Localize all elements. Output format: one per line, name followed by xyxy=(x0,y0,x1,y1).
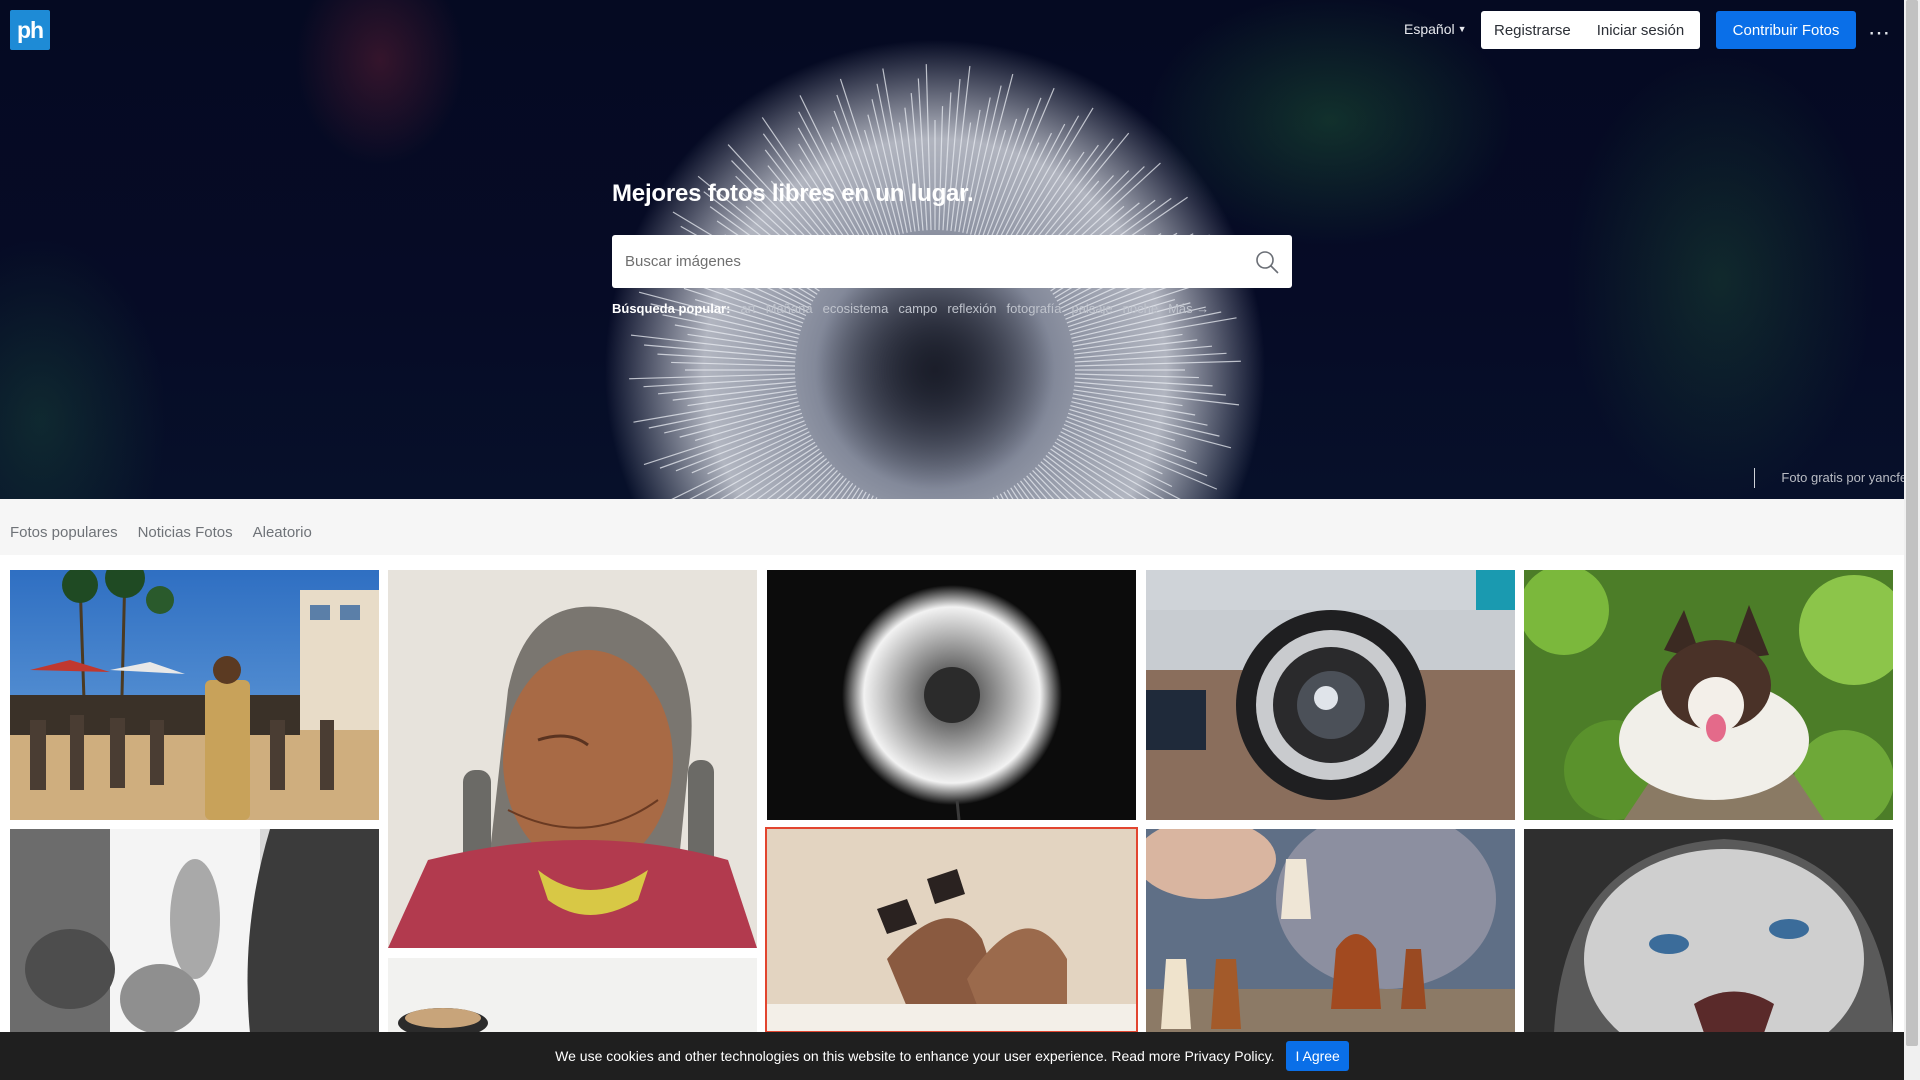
register-button[interactable]: Registrarse xyxy=(1481,22,1584,39)
popular-tag-paisaje[interactable]: paisaje xyxy=(1071,301,1112,316)
login-button[interactable]: Iniciar sesión xyxy=(1584,22,1698,39)
popular-tag-manana[interactable]: Mañana xyxy=(766,301,813,316)
popular-searches: Búsqueda popular: art Mañana ecosistema … xyxy=(612,301,1209,316)
popular-tag-fotografia[interactable]: fotografía xyxy=(1007,301,1062,316)
popular-tag-ecosistema[interactable]: ecosistema xyxy=(823,301,889,316)
photo-corgi-dog[interactable] xyxy=(1524,570,1893,820)
popular-more-link[interactable]: Más → xyxy=(1168,301,1209,316)
search-input[interactable] xyxy=(612,235,1242,288)
photo-vintage-camera[interactable] xyxy=(1146,570,1515,820)
tab-popular[interactable]: Fotos populares xyxy=(10,524,118,541)
auth-group: Registrarse Iniciar sesión xyxy=(1481,11,1700,49)
contribute-button[interactable]: Contribuir Fotos xyxy=(1716,11,1856,49)
popular-tag-reflexion[interactable]: reflexión xyxy=(947,301,996,316)
photo-tabs: Fotos populares Noticias Fotos Aleatorio xyxy=(10,524,312,541)
site-logo[interactable]: ph xyxy=(10,10,50,50)
photo-blurred-people-bw[interactable] xyxy=(10,829,379,1033)
popular-tag-noche[interactable]: noche xyxy=(1123,301,1158,316)
photo-credit[interactable]: Foto gratis por yancfei xyxy=(1781,470,1910,485)
search-bar xyxy=(612,235,1292,288)
photo-coffee-cup[interactable] xyxy=(388,958,757,1033)
tab-random[interactable]: Aleatorio xyxy=(253,524,312,541)
photo-dandelion[interactable] xyxy=(767,570,1136,820)
popular-searches-label: Búsqueda popular: xyxy=(612,301,731,316)
photo-beach-boardwalk[interactable] xyxy=(10,570,379,820)
photo-chess[interactable] xyxy=(1146,829,1515,1033)
hero-title: Mejores fotos libres en un lugar. xyxy=(612,180,974,207)
text-caret xyxy=(1754,468,1755,488)
popular-tag-campo[interactable]: campo xyxy=(898,301,937,316)
search-icon xyxy=(1256,250,1279,273)
tab-news[interactable]: Noticias Fotos xyxy=(138,524,233,541)
scrollbar-thumb[interactable] xyxy=(1906,0,1918,1046)
cookie-banner: We use cookies and other technologies on… xyxy=(0,1032,1904,1080)
cookie-agree-button[interactable]: I Agree xyxy=(1286,1041,1349,1071)
search-button[interactable] xyxy=(1242,235,1292,288)
cookie-text: We use cookies and other technologies on… xyxy=(555,1048,1275,1064)
caret-down-icon: ▼ xyxy=(1457,24,1467,34)
photo-elderly-woman[interactable] xyxy=(388,570,757,948)
popular-tag-art[interactable]: art xyxy=(740,301,755,316)
photo-crying-baby[interactable] xyxy=(1524,829,1893,1033)
language-selector[interactable]: Español ▼ xyxy=(1404,21,1467,37)
photo-legs-heels[interactable] xyxy=(765,827,1138,1033)
language-label: Español xyxy=(1404,21,1455,37)
more-dots-icon[interactable]: ⋯ xyxy=(1868,20,1892,46)
